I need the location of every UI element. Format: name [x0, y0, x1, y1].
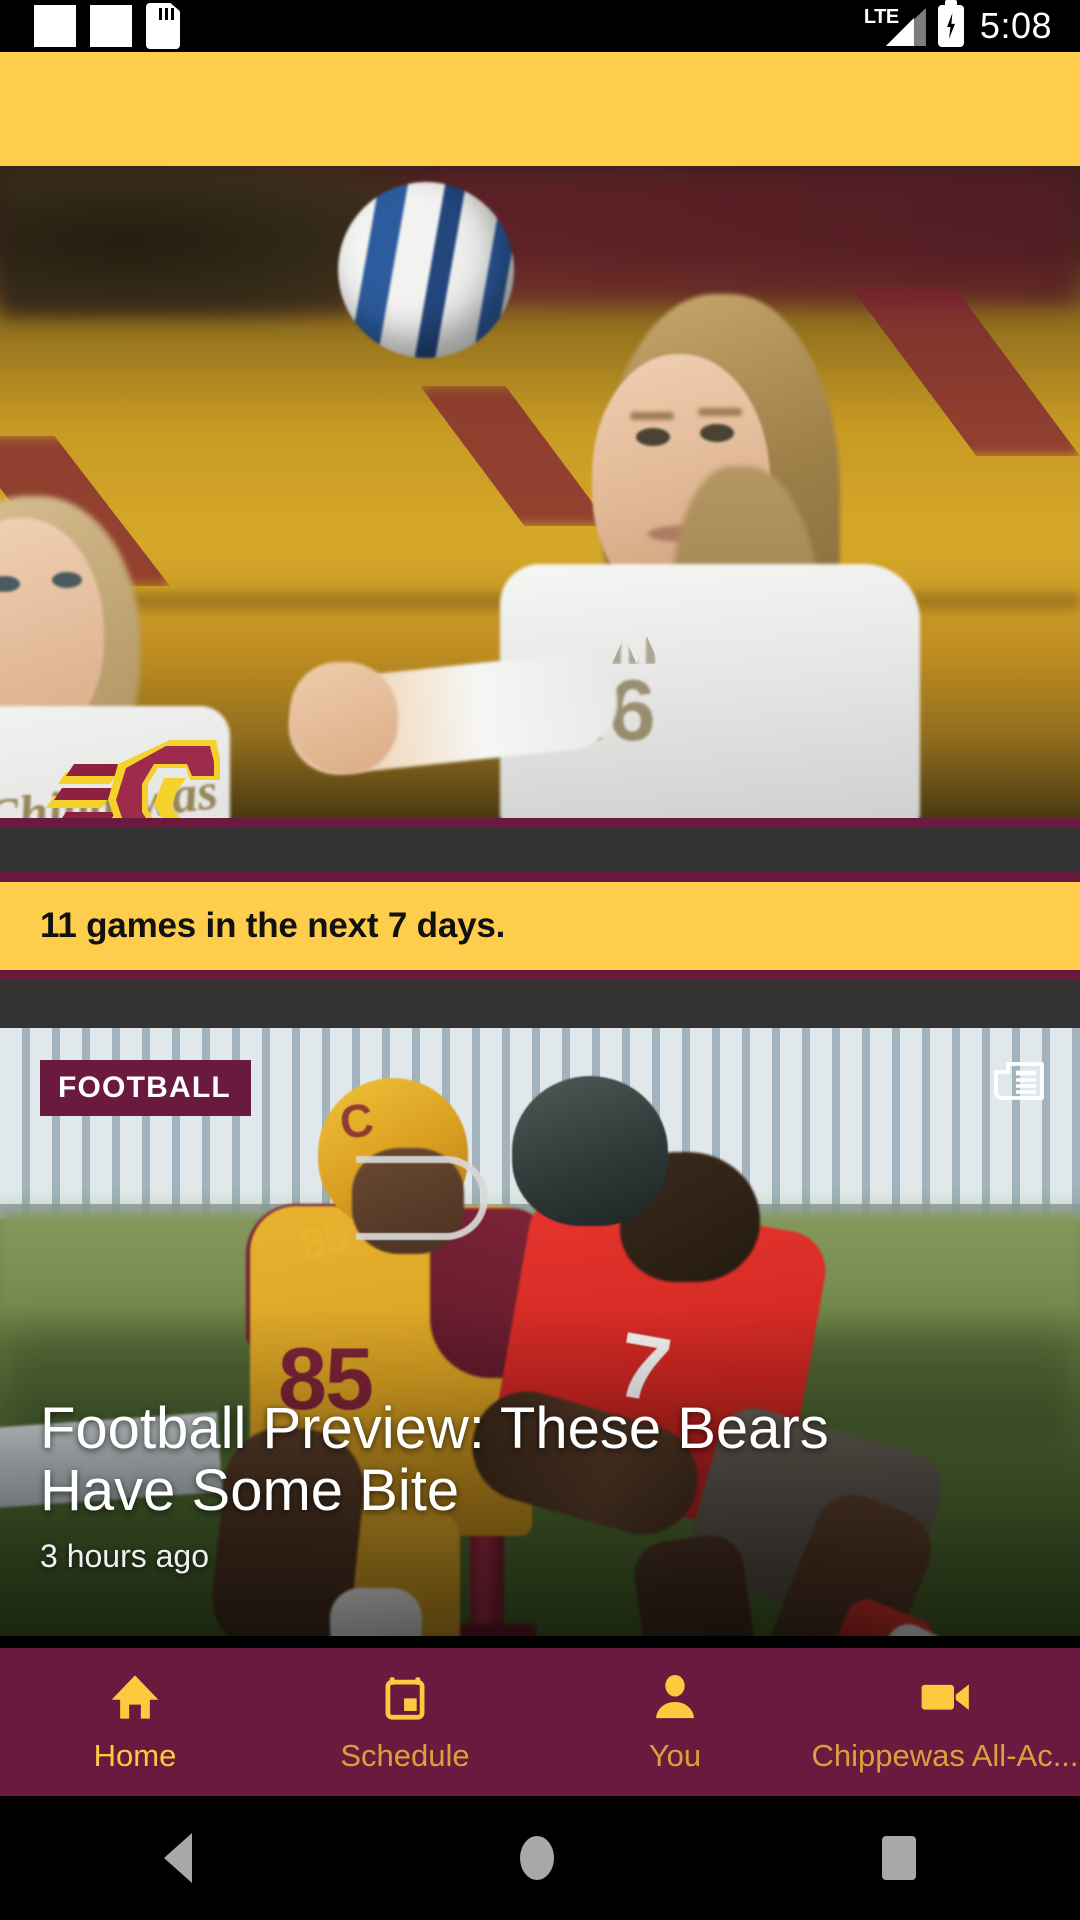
hero-player-brow: [630, 412, 674, 420]
recents-square-icon[interactable]: [882, 1836, 916, 1880]
hero-player-eye: [636, 428, 670, 446]
status-bar-clock: 5:08: [979, 5, 1052, 46]
notification-square-icon: [34, 5, 76, 47]
app-top-bar[interactable]: [0, 52, 1080, 166]
notification-square-icon: [90, 5, 132, 47]
status-bar: LTE 5:08: [0, 0, 1080, 52]
section-spacer: [0, 980, 1080, 1028]
app-screen: LTE 5:08 Chippewas: [0, 0, 1080, 1920]
status-bar-left-icons: [0, 3, 180, 49]
video-camera-icon: [918, 1670, 972, 1724]
lte-signal-icon: LTE: [864, 4, 926, 48]
section-divider: [0, 872, 1080, 882]
volleyball-icon: [338, 182, 514, 358]
section-divider: [0, 818, 1080, 828]
article-timestamp: 3 hours ago: [40, 1538, 210, 1574]
battery-charging-icon: [937, 0, 964, 47]
newspaper-icon[interactable]: [994, 1058, 1046, 1104]
hero-player-eye: [700, 424, 734, 442]
nav-label-schedule: Schedule: [340, 1738, 470, 1773]
back-triangle-icon[interactable]: [164, 1833, 192, 1883]
cmu-flying-c-logo: [44, 738, 220, 818]
hero-secondary-player-eye: [52, 572, 82, 588]
nav-label-home: Home: [93, 1738, 177, 1773]
home-icon: [108, 1670, 162, 1724]
article-headline[interactable]: Football Preview: These Bears Have Some …: [40, 1397, 900, 1522]
nav-label-all-access: Chippewas All-Ac...: [811, 1738, 1079, 1773]
nav-label-you: You: [648, 1738, 702, 1773]
android-system-nav: [0, 1796, 1080, 1920]
status-bar-right-icons: LTE 5:08: [864, 0, 1080, 48]
nav-item-schedule[interactable]: Schedule: [270, 1648, 540, 1796]
person-icon: [648, 1670, 702, 1724]
games-banner-text: 11 games in the next 7 days.: [40, 906, 506, 945]
home-player-facemask: [356, 1156, 488, 1240]
hero-player-hand: [290, 662, 398, 774]
games-banner[interactable]: 11 games in the next 7 days.: [0, 882, 1080, 970]
hero-banner[interactable]: Chippewas 16: [0, 166, 1080, 818]
hero-player-brow: [698, 408, 742, 416]
nav-item-home[interactable]: Home: [0, 1648, 270, 1796]
calendar-icon: [378, 1670, 432, 1724]
home-circle-icon[interactable]: [520, 1836, 554, 1880]
article-category-badge[interactable]: FOOTBALL: [40, 1060, 251, 1116]
section-divider: [0, 970, 1080, 980]
bottom-navigation: Home Schedule You Chippewas All-Ac...: [0, 1648, 1080, 1796]
nav-item-you[interactable]: You: [540, 1648, 810, 1796]
sd-card-icon: [146, 3, 180, 49]
nav-item-all-access[interactable]: Chippewas All-Ac...: [810, 1648, 1080, 1796]
away-player-helmet: [512, 1076, 668, 1226]
section-spacer: [0, 828, 1080, 872]
